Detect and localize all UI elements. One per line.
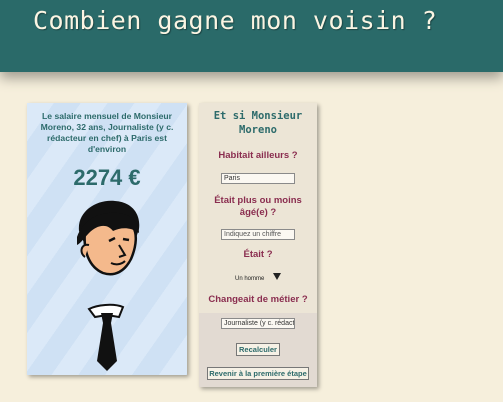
salary-description: Le salaire mensuel de Monsieur Moreno, 3… xyxy=(40,111,174,154)
page-title: Combien gagne mon voisin ? xyxy=(33,6,438,35)
question-location: Habitait ailleurs ? xyxy=(218,150,298,161)
question-age: Était plus ou moins âgé(e) ? xyxy=(214,195,302,218)
tie xyxy=(97,323,117,371)
job-input[interactable]: Journaliste (y c. rédact xyxy=(221,318,295,329)
form-title: Et si Monsieur Moreno xyxy=(213,110,303,136)
location-input[interactable]: Paris xyxy=(221,173,295,184)
gender-select-value[interactable]: Un homme xyxy=(235,276,264,282)
question-gender: Était ? xyxy=(243,249,273,260)
salary-amount: 2274 € xyxy=(73,165,141,190)
result-card: Le salaire mensuel de Monsieur Moreno, 3… xyxy=(27,103,187,375)
back-to-first-step-button[interactable]: Revenir à la première étape xyxy=(207,367,309,380)
age-input[interactable]: Indiquez un chiffre xyxy=(221,229,295,240)
question-job: Changeait de métier ? xyxy=(208,294,308,305)
page-header: Combien gagne mon voisin ? xyxy=(0,0,503,72)
tie-knot xyxy=(101,313,113,323)
cartoon-man-illustration xyxy=(77,200,140,371)
dropdown-arrow-icon[interactable] xyxy=(273,273,281,280)
recalculate-button[interactable]: Recalculer xyxy=(236,343,280,356)
simulation-form: Et si Monsieur Moreno Habitait ailleurs … xyxy=(199,103,317,387)
